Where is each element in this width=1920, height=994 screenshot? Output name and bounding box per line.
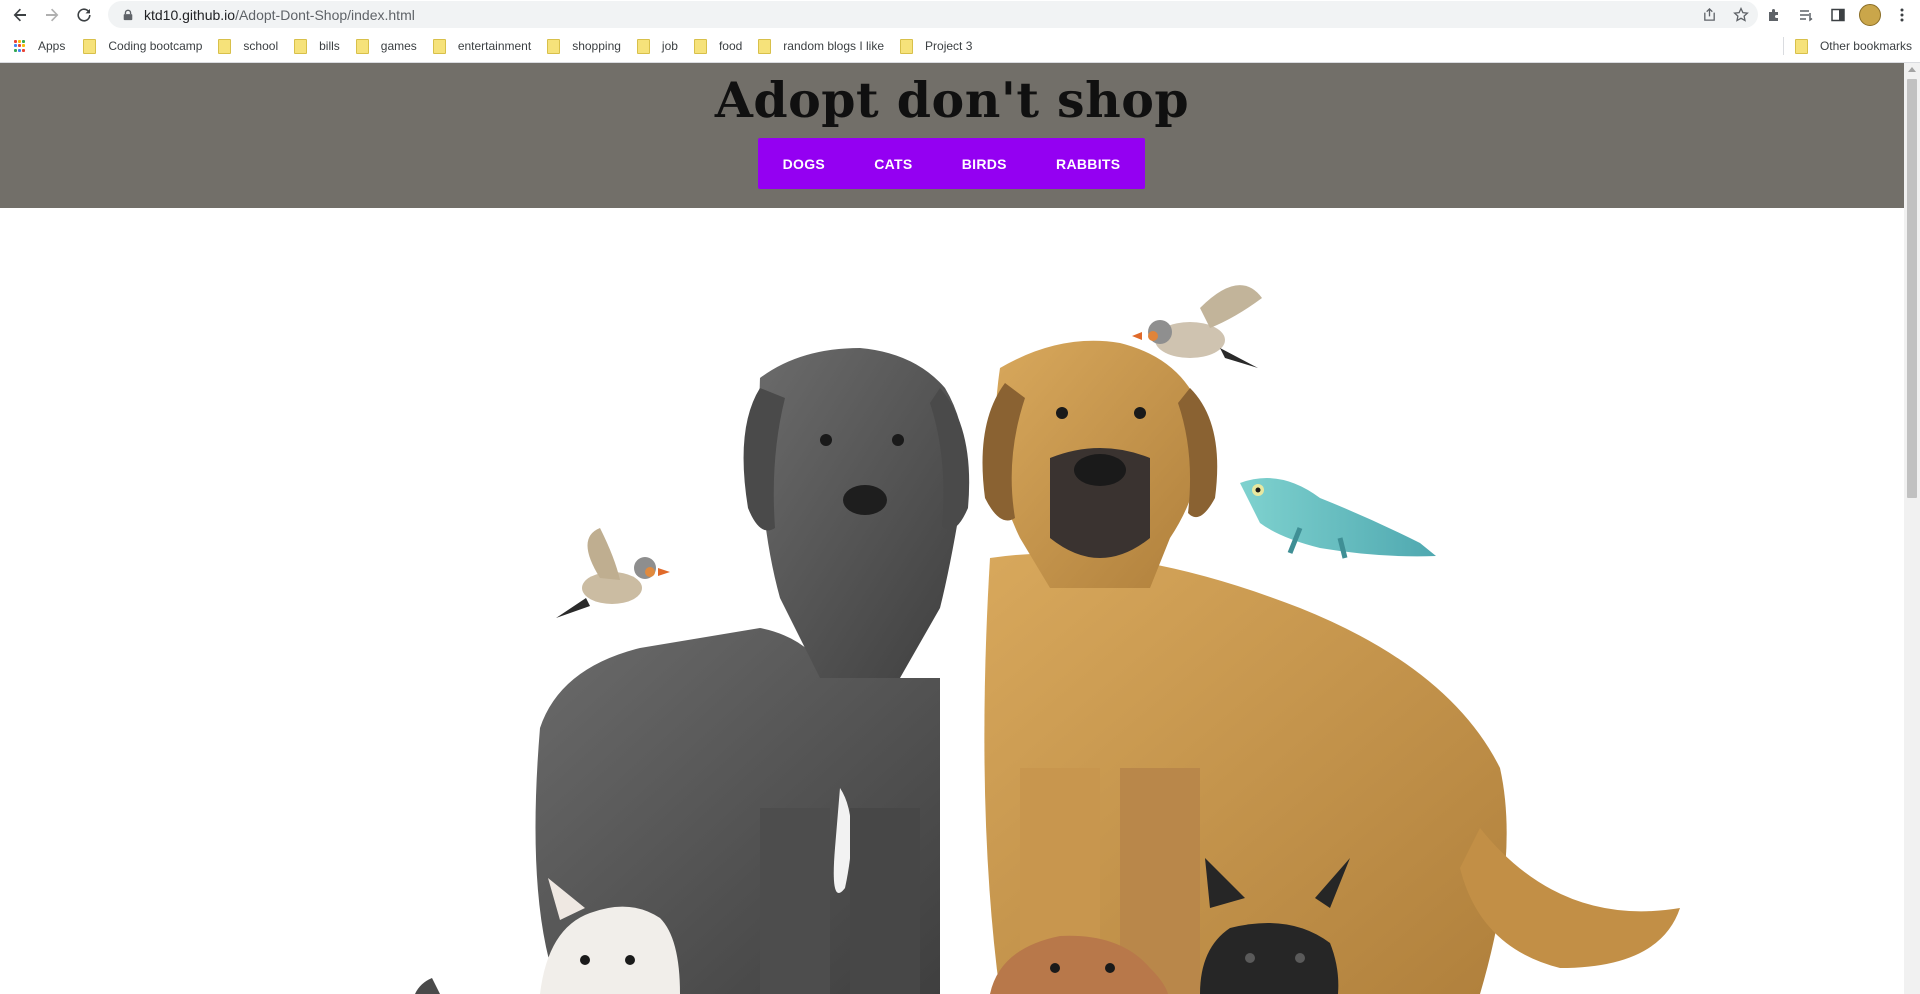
- hero-pets-image: [415, 285, 1680, 994]
- folder-icon: [294, 38, 308, 54]
- address-bar[interactable]: ktd10.github.io/Adopt-Dont-Shop/index.ht…: [108, 1, 1758, 28]
- menu-icon[interactable]: [1890, 3, 1914, 27]
- web-page: Adopt don't shop DOGS CATS BIRDS RABBITS: [0, 63, 1904, 994]
- lock-icon[interactable]: [122, 8, 136, 22]
- page-scrollbar[interactable]: [1904, 63, 1920, 994]
- bookmarks-bar: Apps Coding bootcamp school bills games …: [0, 30, 1920, 63]
- browser-toolbar: ktd10.github.io/Adopt-Dont-Shop/index.ht…: [0, 0, 1920, 29]
- folder-icon: [1794, 38, 1808, 54]
- flying-finch: [556, 528, 670, 618]
- bookmark-label: job: [661, 39, 678, 53]
- bookmark-folder[interactable]: games: [348, 33, 425, 59]
- bookmark-label: school: [243, 39, 279, 53]
- folder-icon: [758, 38, 772, 54]
- bookmark-folder[interactable]: bills: [286, 33, 348, 59]
- folder-icon: [218, 38, 232, 54]
- reload-icon: [77, 7, 91, 22]
- url-host: ktd10.github.io: [144, 6, 236, 23]
- bookmark-label: entertainment: [457, 39, 532, 53]
- bookmark-folder[interactable]: food: [686, 33, 750, 59]
- reload-button[interactable]: [68, 1, 100, 29]
- share-icon[interactable]: [1698, 4, 1720, 26]
- back-button[interactable]: [4, 1, 36, 29]
- forward-button[interactable]: [36, 1, 68, 29]
- folder-icon: [693, 38, 707, 54]
- bookmark-label: random blogs I like: [783, 39, 885, 53]
- bookmark-folder[interactable]: job: [629, 33, 686, 59]
- bookmark-folder[interactable]: shopping: [539, 33, 629, 59]
- bookmark-folder[interactable]: random blogs I like: [750, 33, 892, 59]
- bookmark-folder[interactable]: Project 3: [892, 33, 980, 59]
- bookmark-label: Coding bootcamp: [108, 39, 203, 53]
- bookmark-label: Project 3: [925, 39, 973, 53]
- star-icon[interactable]: [1730, 4, 1752, 26]
- folder-icon: [900, 38, 914, 54]
- extensions-icon[interactable]: [1762, 3, 1786, 27]
- folder-icon: [83, 38, 97, 54]
- nav-link-dogs[interactable]: DOGS: [783, 156, 825, 172]
- nav-link-cats[interactable]: CATS: [874, 156, 912, 172]
- bookmark-folder[interactable]: school: [210, 33, 286, 59]
- nav-link-rabbits[interactable]: RABBITS: [1056, 156, 1120, 172]
- apps-grid-icon: [14, 40, 26, 52]
- url-text[interactable]: ktd10.github.io/Adopt-Dont-Shop/index.ht…: [144, 7, 415, 23]
- back-icon: [13, 8, 26, 21]
- nav-link-birds[interactable]: BIRDS: [962, 156, 1007, 172]
- bookmark-apps[interactable]: Apps: [6, 33, 73, 59]
- side-panel-icon[interactable]: [1826, 3, 1850, 27]
- reading-list-icon[interactable]: [1794, 3, 1818, 27]
- folder-icon: [355, 38, 369, 54]
- bookmark-label: food: [718, 39, 743, 53]
- other-bookmarks[interactable]: Other bookmarks: [1787, 33, 1920, 59]
- bookmark-label: shopping: [572, 39, 621, 53]
- folder-icon: [432, 38, 446, 54]
- forward-icon: [46, 8, 59, 21]
- site-title: Adopt don't shop: [714, 71, 1190, 129]
- bookmark-label: Apps: [38, 39, 66, 53]
- profile-avatar[interactable]: [1858, 3, 1882, 27]
- bookmark-folder[interactable]: Coding bootcamp: [75, 33, 210, 59]
- grey-great-dane: [535, 348, 970, 994]
- folder-icon: [547, 38, 561, 54]
- site-nav: DOGS CATS BIRDS RABBITS: [758, 138, 1145, 189]
- scroll-up-arrow-icon[interactable]: [1908, 67, 1916, 72]
- chameleon: [1240, 478, 1436, 559]
- url-path: /Adopt-Dont-Shop/index.html: [235, 6, 415, 23]
- scrollbar-thumb[interactable]: [1907, 79, 1917, 498]
- folder-icon: [636, 38, 650, 54]
- other-bookmarks-label: Other bookmarks: [1819, 39, 1912, 53]
- site-header: Adopt don't shop DOGS CATS BIRDS RABBITS: [0, 63, 1904, 208]
- bookmark-label: games: [380, 39, 417, 53]
- bookmark-folder[interactable]: entertainment: [425, 33, 539, 59]
- bookmarks-divider: [1783, 37, 1784, 55]
- bookmark-label: bills: [319, 39, 340, 53]
